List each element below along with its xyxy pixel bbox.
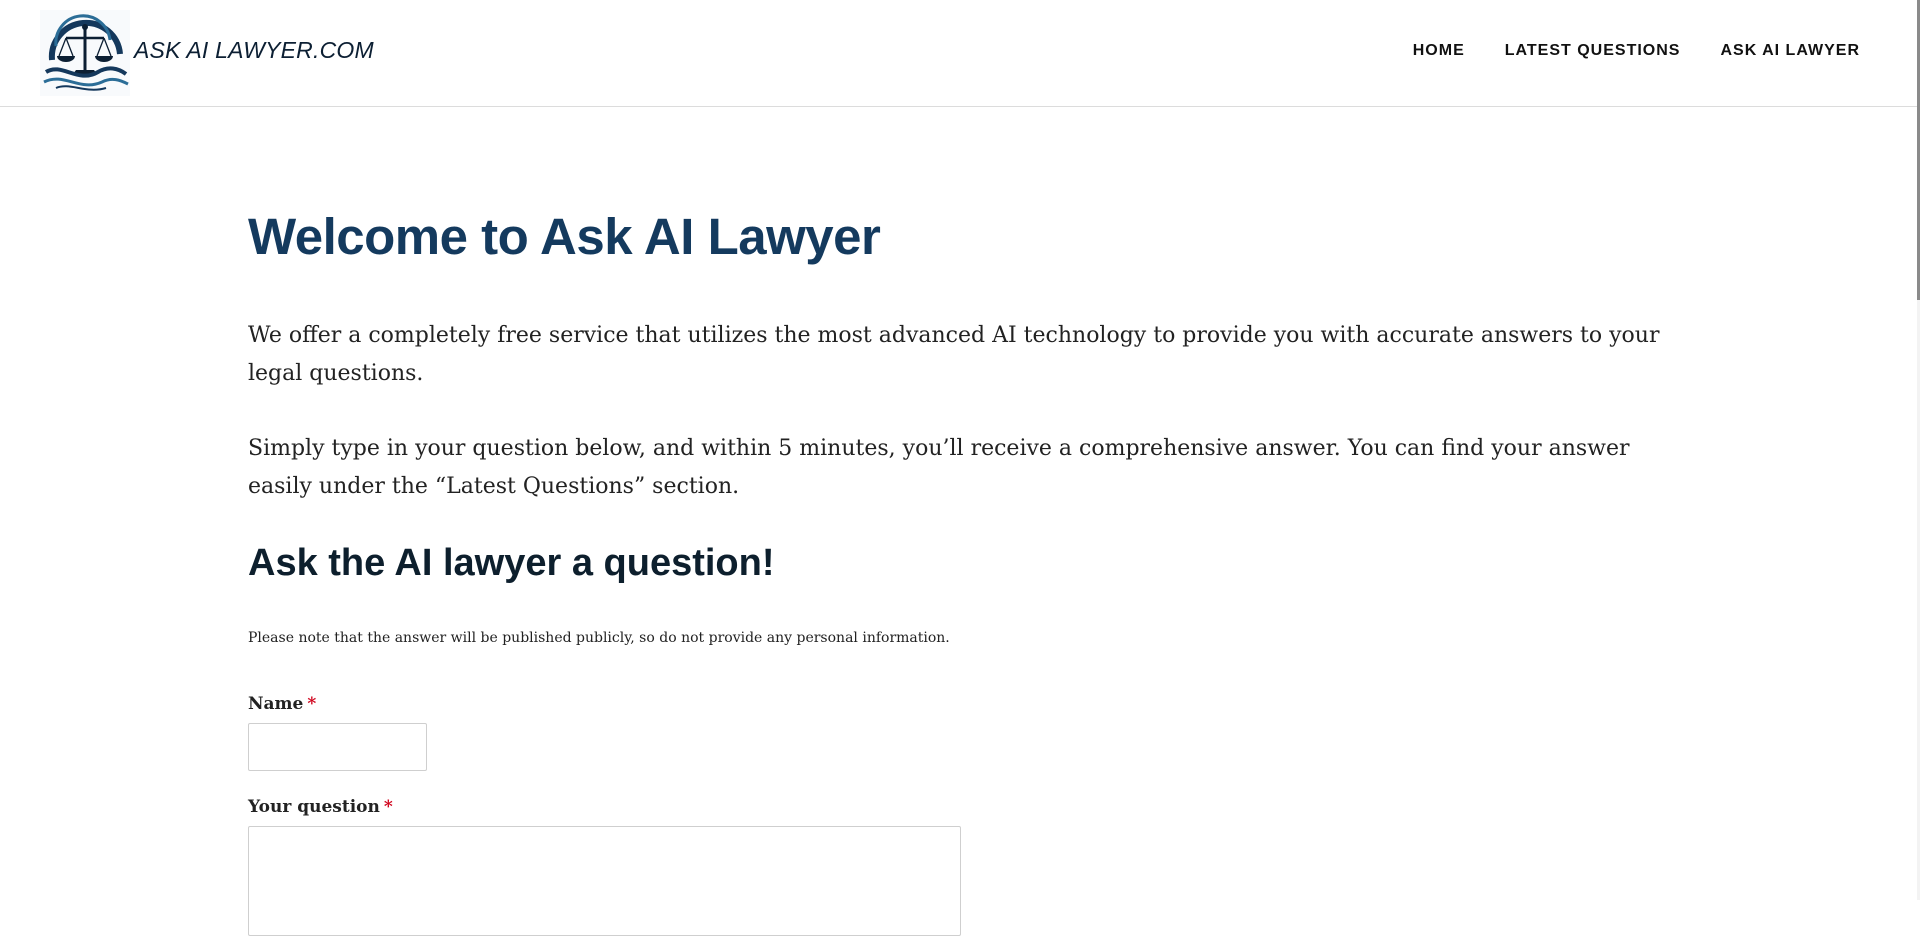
name-label-text: Name	[248, 694, 304, 714]
nav-home-link[interactable]: HOME	[1413, 42, 1465, 60]
name-input[interactable]	[248, 723, 427, 771]
main-nav: HOME LATEST QUESTIONS ASK AI LAWYER	[1413, 42, 1860, 60]
question-field-label: Your question *	[248, 795, 393, 819]
logo-text: ASK AI LAWYER.COM	[134, 36, 374, 63]
nav-latest-questions-link[interactable]: LATEST QUESTIONS	[1505, 42, 1681, 60]
question-textarea[interactable]	[248, 826, 961, 936]
required-asterisk: *	[383, 797, 393, 817]
name-field-label: Name *	[248, 692, 316, 716]
required-asterisk: *	[307, 694, 317, 714]
privacy-note: Please note that the answer will be publ…	[248, 630, 950, 646]
instructions-paragraph: Simply type in your question below, and …	[248, 436, 1630, 499]
scales-of-justice-logo-icon	[40, 10, 130, 96]
site-logo[interactable]: ASK AI LAWYER.COM	[40, 10, 374, 96]
page-title: Welcome to Ask AI Lawyer	[248, 208, 881, 265]
site-header: ASK AI LAWYER.COM HOME LATEST QUESTIONS …	[0, 0, 1920, 107]
question-label-text: Your question	[248, 797, 380, 817]
nav-ask-ai-lawyer-link[interactable]: ASK AI LAWYER	[1720, 42, 1860, 60]
intro-paragraph: We offer a completely free service that …	[248, 323, 1660, 386]
form-heading: Ask the AI lawyer a question!	[248, 542, 775, 584]
